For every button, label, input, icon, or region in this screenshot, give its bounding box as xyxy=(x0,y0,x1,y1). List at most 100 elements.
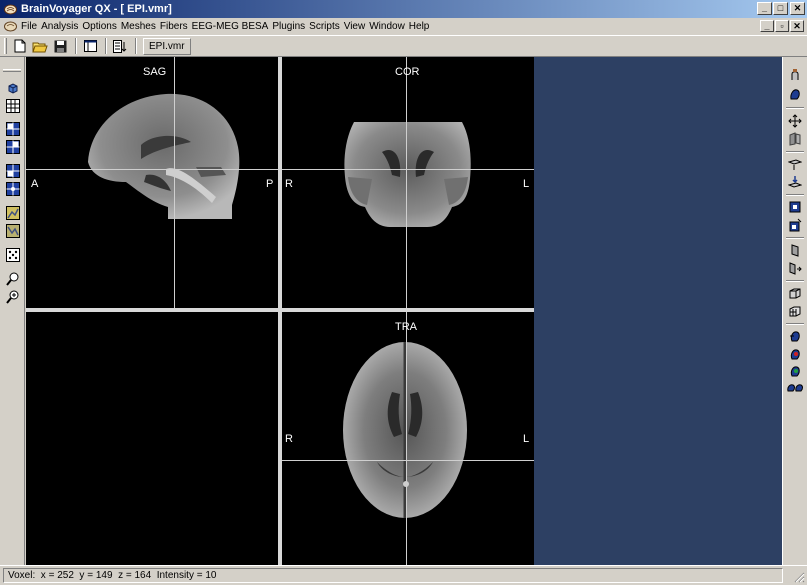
minimize-button[interactable]: _ xyxy=(757,2,772,15)
window-layout-icon xyxy=(83,40,97,52)
sag-label: SAG xyxy=(143,66,167,78)
head-blue-button[interactable] xyxy=(786,327,804,345)
magnifier-icon xyxy=(6,272,19,286)
list-button[interactable] xyxy=(111,37,129,55)
voxel-status-text: Voxel: x = 252 y = 149 z = 164 Intensity… xyxy=(8,570,217,581)
quad-view-icon xyxy=(6,140,20,154)
toolbar-separator xyxy=(75,38,77,54)
toolbar-separator xyxy=(135,38,137,54)
status-bar: Voxel: x = 252 y = 149 z = 164 Intensity… xyxy=(0,565,807,585)
box-button[interactable] xyxy=(786,284,804,302)
sag-posterior-label: P xyxy=(266,178,274,190)
magnifier-plus-icon xyxy=(6,290,19,304)
main-toolbar: EPI.vmr xyxy=(0,35,807,57)
quad-view-icon xyxy=(6,182,20,196)
menu-view[interactable]: View xyxy=(344,18,370,35)
sag-view-button[interactable] xyxy=(4,120,22,138)
menu-options[interactable]: Options xyxy=(82,18,120,35)
plane-shift-button[interactable] xyxy=(786,259,804,277)
title-bar[interactable]: BrainVoyager QX - [ EPI.vmr] _ □ ✕ xyxy=(0,0,807,18)
frame-edit-icon xyxy=(789,218,802,232)
empty-pane[interactable] xyxy=(26,312,278,565)
tra-view-button[interactable] xyxy=(4,162,22,180)
slice-viewer[interactable]: SAG A P COR R L TRA R L xyxy=(26,57,534,565)
sagittal-pane[interactable]: SAG A P xyxy=(26,57,278,308)
head-green-button[interactable] xyxy=(786,362,804,380)
zoom-out-button[interactable] xyxy=(4,288,22,306)
close-button[interactable]: ✕ xyxy=(790,2,805,15)
menu-meshes[interactable]: Meshes xyxy=(121,18,160,35)
head-blue-icon xyxy=(790,331,800,342)
mdi-minimize-button[interactable]: _ xyxy=(760,20,774,32)
menu-help[interactable]: Help xyxy=(409,18,434,35)
save-button[interactable] xyxy=(51,37,69,55)
app-window: BrainVoyager QX - [ EPI.vmr] _ □ ✕ File … xyxy=(0,0,807,585)
crosshair-horizontal xyxy=(282,460,534,461)
3d-volume-button[interactable] xyxy=(4,79,22,97)
slice-stack-button[interactable] xyxy=(786,155,804,173)
move-button[interactable] xyxy=(786,112,804,130)
frame-edit-button[interactable] xyxy=(786,216,804,234)
coronal-pane[interactable]: COR R L xyxy=(282,57,534,308)
document-system-menu-icon[interactable] xyxy=(3,20,17,34)
layout-button[interactable] xyxy=(81,37,99,55)
overlay-settings-button[interactable] xyxy=(4,222,22,240)
head-red-button[interactable] xyxy=(786,345,804,363)
strip-separator xyxy=(786,151,804,153)
menu-analysis[interactable]: Analysis xyxy=(41,18,82,35)
close-icon: ✕ xyxy=(793,20,801,31)
head-red-icon xyxy=(790,349,800,360)
compare-heads-button[interactable] xyxy=(786,379,804,397)
menu-plugins[interactable]: Plugins xyxy=(272,18,309,35)
slice-move-button[interactable] xyxy=(786,173,804,191)
slice-stack-icon xyxy=(788,159,802,170)
quad-view-icon xyxy=(6,122,20,136)
mdi-workspace xyxy=(534,57,782,565)
strip-grip[interactable] xyxy=(3,69,21,72)
quad-view-icon xyxy=(6,164,20,178)
save-disk-icon xyxy=(54,40,66,52)
tra-left-label: L xyxy=(523,433,530,445)
grid-box-icon xyxy=(789,306,801,317)
toolbar-separator xyxy=(105,38,107,54)
head-surface-button[interactable] xyxy=(786,85,804,103)
new-document-icon xyxy=(14,39,26,53)
3d-cube-icon xyxy=(8,83,18,94)
crosshair-vertical xyxy=(174,57,175,308)
overlay-button[interactable] xyxy=(4,204,22,222)
crosshair-vertical xyxy=(406,312,407,565)
tra-right-label: R xyxy=(285,433,293,445)
dice-icon xyxy=(6,248,20,262)
document-tab-epi-vmr[interactable]: EPI.vmr xyxy=(143,37,191,55)
plane-button[interactable] xyxy=(786,241,804,259)
dice-button[interactable] xyxy=(4,246,22,264)
new-button[interactable] xyxy=(11,37,29,55)
maximize-button[interactable]: □ xyxy=(773,2,788,15)
frame-button[interactable] xyxy=(786,198,804,216)
plane-shift-icon xyxy=(789,262,802,275)
resize-grip-icon[interactable] xyxy=(793,571,805,583)
open-button[interactable] xyxy=(31,37,49,55)
head-mesh-button[interactable] xyxy=(786,66,804,84)
strip-separator xyxy=(786,107,804,109)
menu-file[interactable]: File xyxy=(21,18,41,35)
all-views-button[interactable] xyxy=(4,180,22,198)
rotate-button[interactable] xyxy=(786,130,804,148)
list-arrow-icon xyxy=(113,39,127,53)
minimize-icon: _ xyxy=(761,3,767,13)
transverse-brain-image xyxy=(343,342,467,518)
menu-scripts[interactable]: Scripts xyxy=(309,18,344,35)
menu-fibers[interactable]: Fibers xyxy=(160,18,192,35)
mdi-restore-button[interactable]: ▫ xyxy=(775,20,789,32)
open-folder-icon xyxy=(32,42,48,52)
transverse-pane[interactable]: TRA R L xyxy=(282,312,534,565)
single-view-button[interactable] xyxy=(4,97,22,115)
mdi-close-button[interactable]: ✕ xyxy=(790,20,804,32)
menu-eeg-meg-besa[interactable]: EEG-MEG BESA xyxy=(192,18,273,35)
menu-window[interactable]: Window xyxy=(369,18,409,35)
cor-view-button[interactable] xyxy=(4,138,22,156)
grid-box-button[interactable] xyxy=(786,302,804,320)
toolbar-grip[interactable] xyxy=(4,38,7,54)
zoom-in-button[interactable] xyxy=(4,270,22,288)
pane-divider-horizontal[interactable] xyxy=(26,308,534,312)
